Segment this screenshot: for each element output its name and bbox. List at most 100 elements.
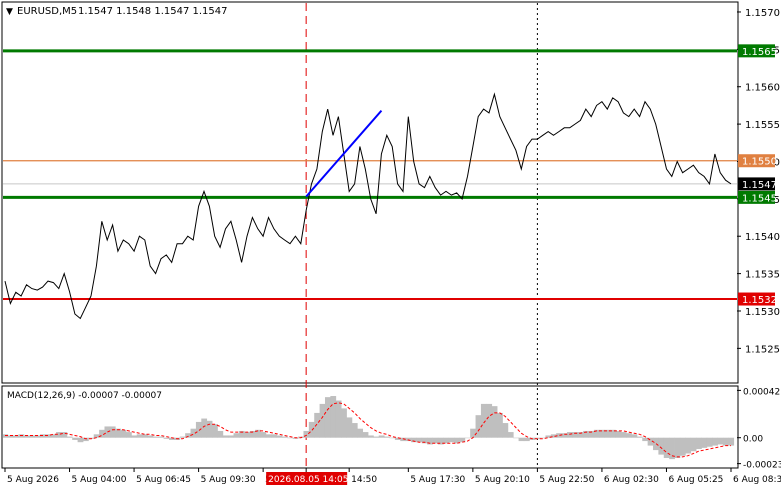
macd-bar xyxy=(147,435,154,438)
macd-bar xyxy=(271,434,277,438)
macd-bar xyxy=(324,397,331,438)
y-tick-label: 1.1530 xyxy=(745,307,780,318)
macd-bar xyxy=(405,437,412,442)
macd-tick-label: 0.00042 xyxy=(743,387,780,397)
macd-bar xyxy=(82,437,89,442)
macd-bar xyxy=(631,434,638,438)
macd-bar xyxy=(507,432,514,438)
macd-bar xyxy=(222,435,229,438)
level-tag-label: 1.1532 xyxy=(742,295,777,306)
macd-bar xyxy=(131,435,138,438)
macd-bar xyxy=(77,437,84,443)
macd-bar xyxy=(416,437,423,443)
x-tick-label: 6 Aug 02:30 xyxy=(604,475,659,485)
macd-bar xyxy=(642,437,649,442)
macd-bar xyxy=(104,426,111,438)
macd-bar xyxy=(464,437,471,439)
macd-bar xyxy=(109,426,116,438)
dropdown-triangle-icon[interactable]: ▼ xyxy=(6,7,13,17)
macd-bar xyxy=(142,434,148,438)
macd-bar xyxy=(566,432,573,438)
macd-bar xyxy=(658,437,665,455)
macd-bar xyxy=(319,403,326,438)
x-tick-label: 6 Aug 08:30 xyxy=(733,475,781,485)
macd-axis: 0.00042 0.00 -0.00023 xyxy=(737,387,781,471)
macd-bar xyxy=(497,412,503,438)
macd-bar xyxy=(368,435,374,438)
x-tick-label: 14:50 xyxy=(351,475,377,485)
macd-tick-label: -0.00023 xyxy=(743,461,781,471)
macd-bar xyxy=(389,437,396,439)
macd-bar xyxy=(233,433,240,438)
macd-bar xyxy=(314,412,320,438)
macd-bar xyxy=(265,434,272,438)
x-tick-label: 5 Aug 20:10 xyxy=(475,475,530,485)
macd-bar xyxy=(206,420,213,438)
macd-bar xyxy=(287,437,294,439)
x-tick-label: 6 Aug 05:25 xyxy=(668,475,723,485)
macd-bar xyxy=(351,423,358,438)
macd-bar xyxy=(728,437,735,446)
level-tag-label: 1.1565 xyxy=(742,47,777,58)
macd-bar xyxy=(357,428,364,438)
x-tick-label: 5 Aug 06:45 xyxy=(136,475,191,485)
macd-bar xyxy=(717,437,724,445)
x-tick-label: 5 Aug 22:50 xyxy=(539,475,594,485)
macd-bar xyxy=(696,437,702,449)
macd-bar xyxy=(626,433,632,438)
y-tick-label: 1.1535 xyxy=(745,270,780,281)
macd-bar xyxy=(66,436,73,438)
macd-bar xyxy=(201,418,208,438)
macd-bar xyxy=(335,400,342,438)
y-tick-label: 1.1555 xyxy=(745,120,780,131)
macd-bar xyxy=(701,437,708,448)
macd-bar xyxy=(679,437,686,456)
x-tick-label: 5 Aug 04:00 xyxy=(72,475,127,485)
y-tick-label: 1.1540 xyxy=(745,232,780,243)
macd-bar xyxy=(443,437,450,444)
macd-bar xyxy=(2,434,9,438)
x-tick-label: 5 Aug 2026 xyxy=(7,475,59,485)
macd-bar xyxy=(378,435,385,438)
level-tag-label: 1.1545 xyxy=(742,193,777,204)
macd-bar xyxy=(152,436,159,438)
macd-bar xyxy=(615,430,622,438)
macd-bar xyxy=(212,424,218,438)
y-tick-label: 1.1560 xyxy=(745,83,780,94)
macd-bar xyxy=(136,434,143,438)
macd-bar xyxy=(72,437,78,440)
macd-bar xyxy=(518,437,525,442)
y-tick-label: 1.1525 xyxy=(745,344,780,355)
macd-bar xyxy=(663,437,670,458)
macd-bar xyxy=(384,436,390,438)
eurusd-chart: 1.1570 1.1565 1.1560 1.1555 1.1550 1.1545 1.15… xyxy=(1,1,781,485)
x-tick-label: 2026.08.05 14:05 xyxy=(268,475,348,485)
macd-indicator-label: MACD(12,26,9) -0.00007 -0.00007 xyxy=(7,391,162,401)
level-tag-label: 1.1550 xyxy=(742,157,777,168)
macd-bar xyxy=(56,432,62,438)
macd-bar xyxy=(276,435,283,438)
macd-bar xyxy=(706,437,713,447)
macd-bar xyxy=(61,432,68,438)
macd-bar xyxy=(432,437,439,444)
macd-bar xyxy=(480,403,487,438)
macd-bar xyxy=(690,437,697,452)
macd-bar xyxy=(712,437,718,446)
macd-bar xyxy=(330,396,337,438)
macd-bar xyxy=(475,415,482,438)
macd-bar xyxy=(513,437,519,439)
macd-bar xyxy=(470,428,476,438)
macd-bar xyxy=(341,408,347,438)
macd-bar xyxy=(636,436,643,438)
macd-bar xyxy=(244,432,251,438)
macd-bar xyxy=(486,403,493,438)
macd-bar xyxy=(722,437,729,446)
macd-bar xyxy=(523,437,530,442)
macd-bar xyxy=(39,434,46,438)
ohlc-values: 1.1547 1.1548 1.1547 1.1547 xyxy=(78,6,228,17)
macd-bar xyxy=(620,432,627,438)
macd-bar xyxy=(491,406,498,438)
macd-bar xyxy=(281,436,288,438)
macd-bar xyxy=(195,421,202,438)
macd-bar xyxy=(217,430,224,438)
